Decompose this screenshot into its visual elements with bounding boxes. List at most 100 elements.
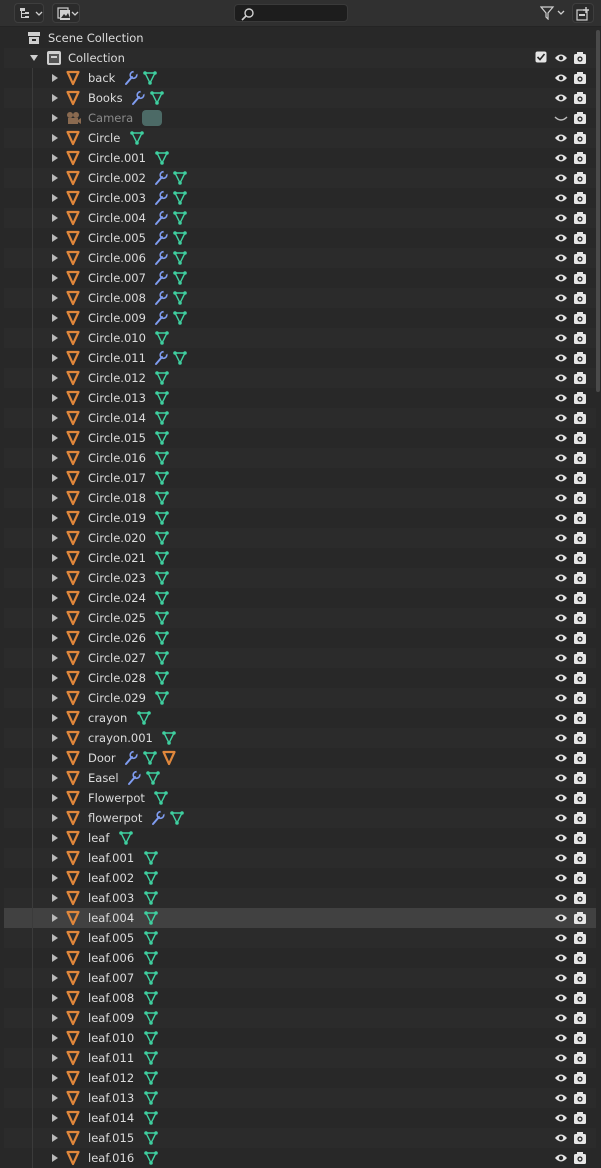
- eye-icon[interactable]: [554, 871, 568, 885]
- eye-icon[interactable]: [554, 431, 568, 445]
- camera-render-icon[interactable]: [573, 231, 587, 245]
- camera-render-icon[interactable]: [573, 531, 587, 545]
- expand-toggle[interactable]: [52, 94, 58, 102]
- camera-render-icon[interactable]: [573, 111, 587, 125]
- object-row[interactable]: crayon.001: [4, 728, 596, 748]
- camera-render-icon[interactable]: [573, 51, 587, 65]
- eye-icon[interactable]: [554, 931, 568, 945]
- eye-icon[interactable]: [554, 311, 568, 325]
- wrench-modifier-icon[interactable]: [154, 310, 168, 326]
- camera-render-icon[interactable]: [573, 651, 587, 665]
- camera-render-icon[interactable]: [573, 171, 587, 185]
- expand-toggle[interactable]: [52, 1114, 58, 1122]
- expand-toggle[interactable]: [52, 394, 58, 402]
- mesh-data-icon[interactable]: [154, 530, 170, 546]
- object-row[interactable]: Circle.006: [4, 248, 596, 268]
- expand-toggle[interactable]: [52, 654, 58, 662]
- eye-icon[interactable]: [554, 551, 568, 565]
- mesh-data-icon[interactable]: [172, 190, 188, 206]
- expand-toggle[interactable]: [52, 414, 58, 422]
- object-row[interactable]: leaf.016: [4, 1148, 596, 1168]
- camera-render-icon[interactable]: [573, 951, 587, 965]
- expand-toggle[interactable]: [52, 954, 58, 962]
- expand-toggle[interactable]: [52, 154, 58, 162]
- eye-icon[interactable]: [554, 851, 568, 865]
- eye-icon[interactable]: [554, 371, 568, 385]
- expand-toggle[interactable]: [52, 834, 58, 842]
- camera-render-icon[interactable]: [573, 1151, 587, 1165]
- expand-toggle[interactable]: [52, 854, 58, 862]
- eye-icon[interactable]: [554, 291, 568, 305]
- eye-icon[interactable]: [554, 71, 568, 85]
- object-row[interactable]: leaf.012: [4, 1068, 596, 1088]
- object-row[interactable]: Circle.029: [4, 688, 596, 708]
- eye-icon[interactable]: [554, 671, 568, 685]
- camera-render-icon[interactable]: [573, 571, 587, 585]
- eye-icon[interactable]: [554, 531, 568, 545]
- camera-render-icon[interactable]: [573, 431, 587, 445]
- mesh-data-icon[interactable]: [143, 1110, 159, 1126]
- expand-toggle[interactable]: [52, 474, 58, 482]
- display-mode-button[interactable]: [52, 3, 80, 23]
- expand-toggle[interactable]: [52, 614, 58, 622]
- wrench-modifier-icon[interactable]: [154, 230, 168, 246]
- camera-render-icon[interactable]: [573, 771, 587, 785]
- object-row[interactable]: leaf.007: [4, 968, 596, 988]
- camera-render-icon[interactable]: [573, 191, 587, 205]
- camera-render-icon[interactable]: [573, 271, 587, 285]
- expand-toggle[interactable]: [52, 334, 58, 342]
- mesh-data-icon[interactable]: [136, 710, 152, 726]
- wrench-modifier-icon[interactable]: [154, 190, 168, 206]
- mesh-data-icon[interactable]: [169, 810, 185, 826]
- eye-icon[interactable]: [554, 251, 568, 265]
- mesh-data-icon[interactable]: [143, 910, 159, 926]
- camera-render-icon[interactable]: [573, 511, 587, 525]
- mesh-data-icon[interactable]: [154, 630, 170, 646]
- object-row[interactable]: Circle.007: [4, 268, 596, 288]
- eye-icon[interactable]: [554, 911, 568, 925]
- scene-collection-row[interactable]: Scene Collection: [4, 28, 596, 48]
- eye-icon[interactable]: [554, 1031, 568, 1045]
- object-row[interactable]: leaf.004: [4, 908, 596, 928]
- camera-render-icon[interactable]: [573, 671, 587, 685]
- object-row[interactable]: crayon: [4, 708, 596, 728]
- mesh-data-icon[interactable]: [143, 1130, 159, 1146]
- mesh-data-icon[interactable]: [143, 1150, 159, 1166]
- wrench-modifier-icon[interactable]: [127, 770, 141, 786]
- exclude-checkbox[interactable]: [535, 51, 547, 63]
- object-row[interactable]: Circle.024: [4, 588, 596, 608]
- object-row[interactable]: Circle.002: [4, 168, 596, 188]
- mesh-data-icon[interactable]: [143, 890, 159, 906]
- eye-icon[interactable]: [554, 731, 568, 745]
- mesh-data-icon[interactable]: [154, 570, 170, 586]
- mesh-data-icon[interactable]: [172, 250, 188, 266]
- object-row[interactable]: leaf.014: [4, 1108, 596, 1128]
- expand-toggle[interactable]: [52, 714, 58, 722]
- wrench-modifier-icon[interactable]: [151, 810, 165, 826]
- eye-icon[interactable]: [554, 1111, 568, 1125]
- camera-render-icon[interactable]: [573, 391, 587, 405]
- mesh-data-icon[interactable]: [154, 470, 170, 486]
- expand-toggle[interactable]: [52, 214, 58, 222]
- wrench-modifier-icon[interactable]: [154, 270, 168, 286]
- expand-toggle[interactable]: [52, 1014, 58, 1022]
- expand-toggle[interactable]: [52, 74, 58, 82]
- expand-toggle[interactable]: [52, 294, 58, 302]
- expand-toggle[interactable]: [52, 194, 58, 202]
- expand-toggle[interactable]: [52, 814, 58, 822]
- expand-toggle[interactable]: [52, 694, 58, 702]
- camera-render-icon[interactable]: [573, 831, 587, 845]
- object-row[interactable]: Camera: [4, 108, 596, 128]
- object-row[interactable]: flowerpot: [4, 808, 596, 828]
- camera-render-icon[interactable]: [573, 871, 587, 885]
- object-row[interactable]: Circle.021: [4, 548, 596, 568]
- mesh-data-icon[interactable]: [142, 750, 158, 766]
- wrench-modifier-icon[interactable]: [154, 210, 168, 226]
- camera-render-icon[interactable]: [573, 471, 587, 485]
- mesh-data-icon[interactable]: [154, 510, 170, 526]
- mesh-data-icon[interactable]: [172, 350, 188, 366]
- expand-toggle[interactable]: [52, 374, 58, 382]
- collection-row[interactable]: Collection: [4, 48, 596, 68]
- camera-render-icon[interactable]: [573, 1011, 587, 1025]
- mesh-data-icon[interactable]: [154, 430, 170, 446]
